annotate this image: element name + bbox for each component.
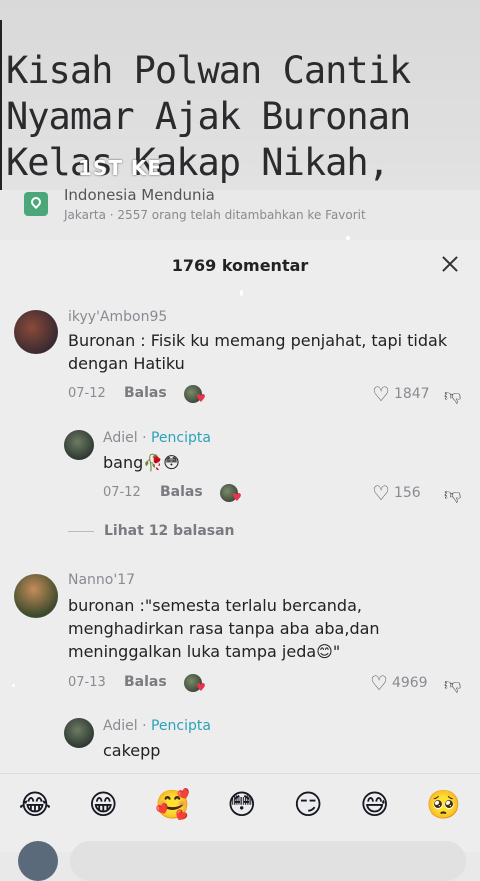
avatar[interactable] [14, 310, 58, 354]
location-name: Indonesia Mendunia [64, 186, 215, 204]
like-count: 4969 [391, 675, 428, 691]
dislike-icon[interactable]: 👎︎ [444, 385, 462, 406]
like-button[interactable]: ♡ 156 [372, 483, 421, 503]
reply-item[interactable]: Adiel · Pencipta bang🥀😳 07-12 Balas ♥ ♡ … [0, 430, 480, 510]
heart-icon: ♡ [372, 481, 390, 505]
comment-item[interactable]: ikyy'Ambon95 Buronan : Fisik ku memang p… [0, 309, 480, 410]
comment-date: 07-13 [68, 675, 106, 690]
comment-username[interactable]: Nanno'17 [68, 572, 135, 588]
sparkle-decoration [12, 684, 15, 687]
reply-button[interactable]: Balas [160, 484, 203, 500]
emoji-button[interactable]: 😁 [89, 788, 118, 821]
emoji-button[interactable]: 🥰 [155, 788, 190, 821]
avatar[interactable] [14, 574, 58, 618]
heart-icon: ♡ [370, 671, 388, 695]
heart-icon: ♡ [372, 382, 390, 406]
reply-button[interactable]: Balas [124, 674, 167, 690]
dislike-icon[interactable]: 👎︎ [444, 674, 462, 695]
sparkle-decoration [240, 290, 243, 296]
comment-text: buronan :"semesta terlalu bercanda, meng… [68, 596, 380, 661]
reply-username-text: Adiel [103, 718, 138, 734]
creator-badge: Pencipta [150, 718, 211, 734]
dislike-icon[interactable]: 👎︎ [444, 484, 462, 505]
like-button[interactable]: ♡ 4969 [370, 673, 428, 693]
view-replies-line [68, 530, 94, 532]
reply-text: cakepp [103, 741, 161, 760]
comment-text: Buronan : Fisik ku memang penjahat, tapi… [68, 331, 448, 373]
video-background: Kisah Polwan Cantik Nyamar Ajak Buronan … [0, 0, 480, 190]
video-sticker-text: 1ST KE [78, 156, 163, 180]
location-subtitle: Jakarta · 2557 orang telah ditambahkan k… [64, 208, 366, 222]
comment-date: 07-12 [68, 386, 106, 401]
creator-liked-heart-icon: ♥ [232, 491, 242, 504]
emoji-button[interactable]: 😂 [19, 788, 52, 821]
emoji-button[interactable]: 😏 [294, 788, 323, 821]
creator-badge: Pencipta [150, 430, 211, 446]
avatar[interactable] [64, 718, 94, 748]
creator-separator: · [142, 718, 151, 734]
comment-sheet: 1769 komentar ikyy'Ambon95 Buronan : Fis… [0, 240, 480, 852]
reply-username[interactable]: Adiel · Pencipta [103, 718, 211, 734]
comment-count: 1769 komentar [171, 256, 309, 275]
comment-item[interactable]: Nanno'17 buronan :"semesta terlalu berca… [0, 572, 480, 695]
reply-button[interactable]: Balas [124, 385, 167, 401]
creator-liked-heart-icon: ♥ [196, 392, 206, 405]
comment-input[interactable] [70, 841, 466, 881]
view-replies-button[interactable]: Lihat 12 balasan [68, 523, 235, 539]
reply-date: 07-12 [103, 485, 141, 500]
emoji-button[interactable]: 😳 [227, 788, 256, 821]
like-count: 156 [393, 485, 421, 501]
emoji-button[interactable]: 🥺 [426, 788, 461, 821]
view-replies-label: Lihat 12 balasan [104, 523, 235, 539]
avatar [18, 841, 58, 881]
location-pin-icon [24, 192, 48, 216]
emoji-quick-bar: 😂 😁 🥰 😳 😏 😅 🥺 [0, 773, 480, 834]
sparkle-decoration [346, 236, 350, 240]
reply-text: bang🥀😳 [103, 453, 180, 472]
creator-liked-heart-icon: ♥ [196, 681, 206, 694]
comment-input-bar [0, 833, 480, 881]
video-edge-line [0, 20, 2, 190]
creator-separator: · [142, 430, 151, 446]
close-icon[interactable] [438, 252, 462, 276]
reply-item[interactable]: Adiel · Pencipta cakepp [0, 718, 480, 768]
location-card[interactable]: Indonesia Mendunia Jakarta · 2557 orang … [10, 182, 470, 228]
like-count: 1847 [393, 386, 430, 402]
comment-username[interactable]: ikyy'Ambon95 [68, 309, 167, 325]
reply-username[interactable]: Adiel · Pencipta [103, 430, 211, 446]
emoji-button[interactable]: 😅 [360, 788, 389, 821]
like-button[interactable]: ♡ 1847 [372, 384, 430, 404]
comment-sheet-header: 1769 komentar [0, 240, 480, 290]
reply-username-text: Adiel [103, 430, 138, 446]
avatar[interactable] [64, 430, 94, 460]
